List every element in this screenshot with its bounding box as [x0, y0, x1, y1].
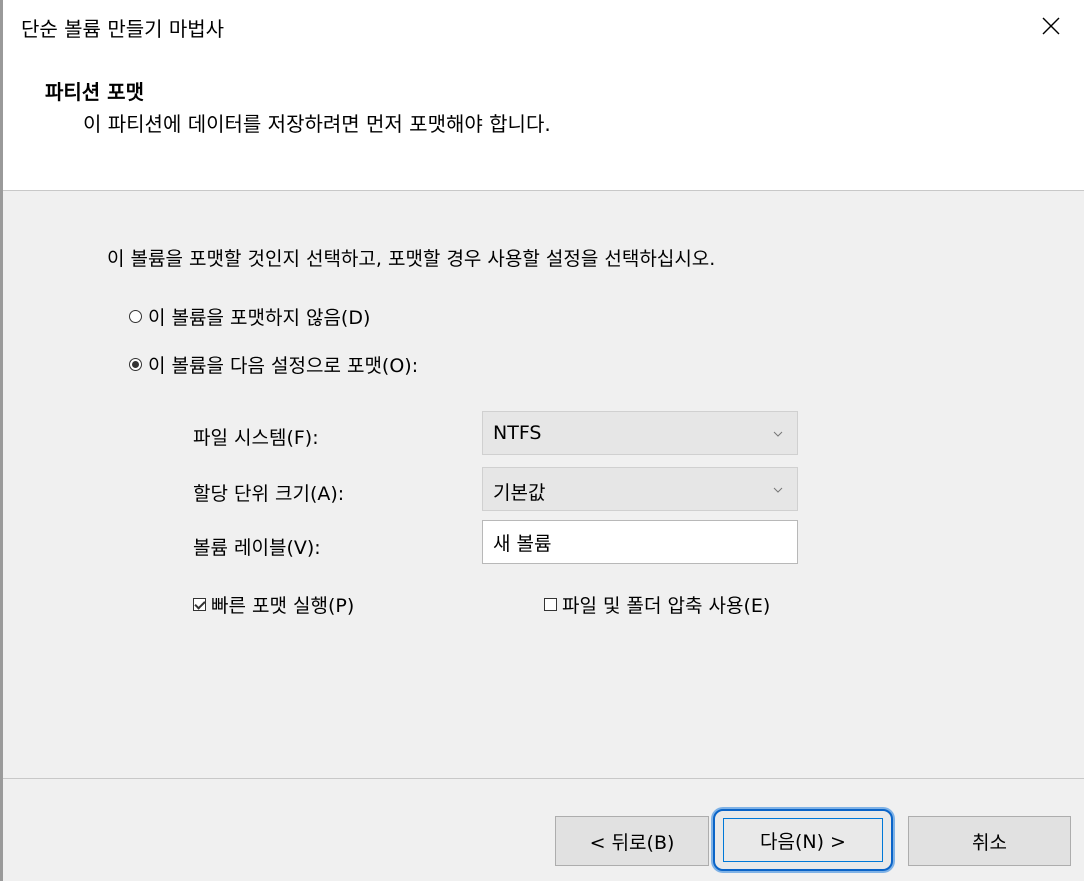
window-title: 단순 볼륨 만들기 마법사: [21, 17, 225, 41]
page-subtitle: 이 파티션에 데이터를 저장하려면 먼저 포맷해야 합니다.: [83, 112, 551, 136]
chevron-down-icon: [773, 431, 783, 437]
close-icon: [1042, 17, 1060, 35]
volume-label-label: 볼륨 레이블(V):: [193, 537, 321, 559]
page-title: 파티션 포맷: [45, 80, 144, 104]
wizard-header: 파티션 포맷 이 파티션에 데이터를 저장하려면 먼저 포맷해야 합니다.: [3, 52, 1084, 191]
next-button[interactable]: 다음(N) >: [713, 809, 893, 871]
allocation-unit-value: 기본값: [493, 482, 546, 504]
wizard-content: 이 볼륨을 포맷할 것인지 선택하고, 포맷할 경우 사용할 설정을 선택하십시…: [3, 191, 1084, 779]
wizard-footer: < 뒤로(B) 다음(N) > 취소: [3, 779, 1084, 881]
radio-format-label: 이 볼륨을 다음 설정으로 포맷(O):: [148, 355, 419, 377]
cancel-button[interactable]: 취소: [908, 816, 1071, 866]
quick-format-indicator[interactable]: [193, 598, 206, 611]
back-button[interactable]: < 뒤로(B): [555, 816, 709, 866]
radio-no-format[interactable]: 이 볼륨을 포맷하지 않음(D): [129, 303, 370, 330]
file-system-label: 파일 시스템(F):: [193, 427, 319, 449]
compression-indicator[interactable]: [544, 598, 557, 611]
wizard-window: 단순 볼륨 만들기 마법사 파티션 포맷 이 파티션에 데이터를 저장하려면 먼…: [0, 0, 1084, 881]
quick-format-label: 빠른 포맷 실행(P): [211, 595, 355, 617]
compression-label: 파일 및 폴더 압축 사용(E): [562, 595, 771, 617]
file-system-value: NTFS: [493, 422, 542, 444]
instruction-text: 이 볼륨을 포맷할 것인지 선택하고, 포맷할 경우 사용할 설정을 선택하십시…: [107, 248, 716, 270]
close-button[interactable]: [1028, 6, 1074, 46]
radio-no-format-indicator[interactable]: [129, 310, 142, 323]
file-system-select[interactable]: NTFS: [482, 411, 798, 455]
compression-checkbox[interactable]: 파일 및 폴더 압축 사용(E): [544, 591, 770, 618]
quick-format-checkbox[interactable]: 빠른 포맷 실행(P): [193, 591, 354, 618]
title-bar: 단순 볼륨 만들기 마법사: [3, 0, 1084, 52]
volume-label-input[interactable]: [482, 520, 798, 564]
radio-no-format-label: 이 볼륨을 포맷하지 않음(D): [148, 307, 371, 329]
allocation-unit-select[interactable]: 기본값: [482, 467, 798, 511]
next-button-label: 다음(N) >: [723, 818, 883, 862]
allocation-unit-label: 할당 단위 크기(A):: [193, 483, 345, 505]
radio-format-indicator[interactable]: [129, 358, 142, 371]
radio-format[interactable]: 이 볼륨을 다음 설정으로 포맷(O):: [129, 351, 418, 378]
chevron-down-icon: [773, 487, 783, 493]
